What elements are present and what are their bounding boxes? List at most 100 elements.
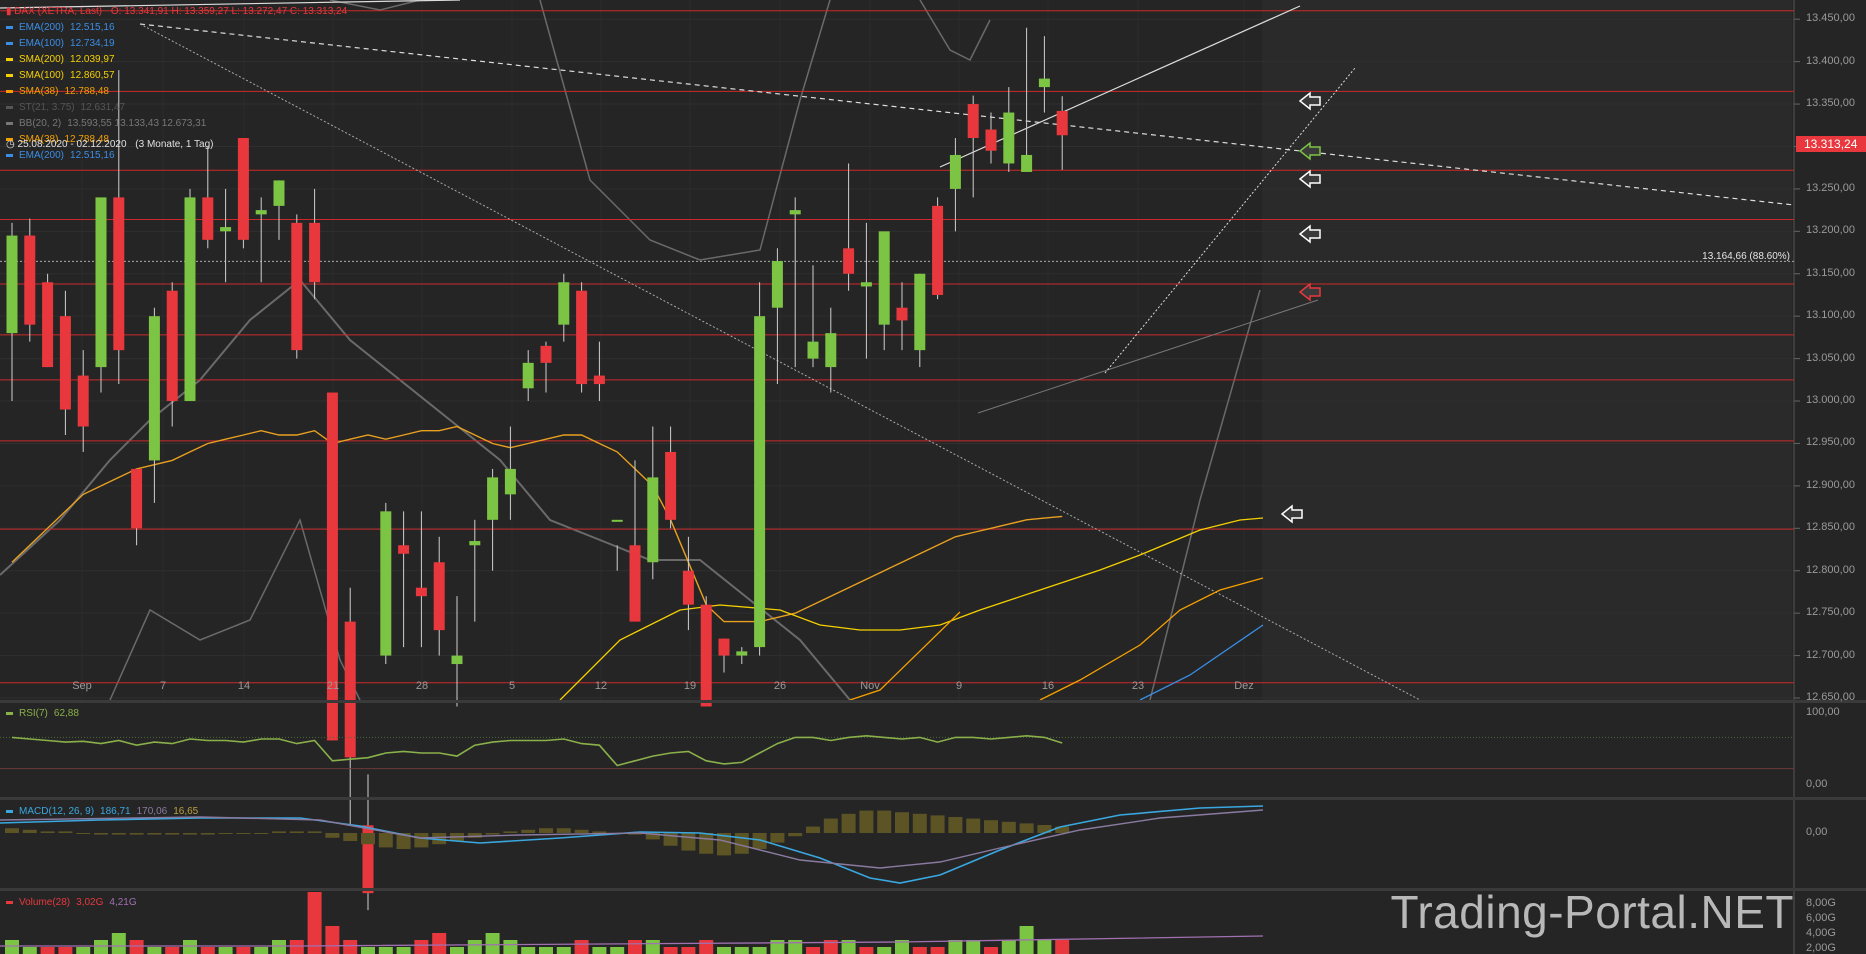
- candle-body: [415, 587, 427, 597]
- macd-histogram-bar: [859, 810, 874, 833]
- volume-bar: [628, 940, 642, 954]
- candle-body: [540, 345, 552, 363]
- y-tick-label: 13.000,00: [1806, 394, 1855, 407]
- rsi-swatch: [6, 711, 13, 715]
- volume-bar: [663, 947, 678, 954]
- y-tick-label: 12.700,00: [1806, 648, 1855, 661]
- macd-histogram-bar: [343, 833, 358, 841]
- candle-body: [949, 154, 961, 189]
- chart-canvas[interactable]: [0, 0, 1866, 954]
- candle-body: [807, 341, 819, 359]
- indicator-legend-item: ST(21, 3.75) 12.631,47: [6, 100, 125, 116]
- candle-body: [914, 273, 926, 351]
- indicator-value: 12.515,16: [70, 22, 115, 33]
- volume-name: Volume(28): [19, 897, 71, 908]
- rsi-name: RSI(7): [19, 708, 48, 719]
- volume-bar: [111, 933, 126, 954]
- indicator-name: EMA(200): [19, 22, 65, 33]
- indicator-swatch: [6, 57, 13, 61]
- macd-histogram-bar: [94, 833, 108, 835]
- x-tick-label: Sep: [72, 680, 92, 692]
- indicator-name: SMA(100): [19, 70, 65, 81]
- volume-bar: [289, 940, 304, 954]
- indicator-value: 12.860,57: [70, 70, 115, 81]
- candle-body: [237, 138, 249, 240]
- candle-body: [131, 468, 143, 529]
- volume-bar: [948, 940, 963, 954]
- volume-bar: [76, 947, 91, 954]
- y-tick-label: 13.200,00: [1806, 224, 1855, 237]
- x-tick-label: 28: [415, 680, 429, 692]
- y-tick-label: 12.650,00: [1806, 691, 1855, 703]
- indicator-swatch: [6, 105, 13, 109]
- macd-histogram-bar: [272, 831, 286, 833]
- volume-bar: [94, 940, 108, 954]
- indicator-value: 13.593,55 13.133,43 12.673,31: [67, 118, 207, 129]
- candle-body: [95, 197, 107, 368]
- macd-histogram-bar: [806, 826, 820, 833]
- chart-icon: ▮: [6, 6, 12, 17]
- volume-bar: [218, 947, 233, 954]
- volume-bar: [806, 947, 820, 954]
- watermark: Trading-Portal.NET: [1390, 886, 1794, 938]
- rsi-value: 62,88: [53, 708, 79, 719]
- candle-body: [184, 197, 196, 402]
- volume-bar: [503, 940, 518, 954]
- y-tick-label: 12.750,00: [1806, 606, 1855, 619]
- volume-bar: [147, 947, 162, 954]
- rsi-legend: RSI(7) 62,88: [6, 706, 79, 722]
- volume-bar: [432, 933, 447, 954]
- volume-bar: [22, 947, 37, 954]
- macd-histogram-bar: [414, 833, 429, 848]
- volume-bar: [681, 947, 696, 954]
- volume-bar: [485, 933, 500, 954]
- candle-body: [398, 545, 410, 554]
- macd-histogram-bar: [22, 829, 37, 833]
- candle-body: [148, 316, 160, 461]
- x-tick-label: Nov: [860, 680, 880, 692]
- volume-bar: [58, 947, 73, 954]
- candle-body: [629, 545, 641, 622]
- volume-bar: [717, 947, 731, 954]
- macd-histogram-bar: [574, 829, 589, 833]
- candle-body: [558, 282, 570, 325]
- candle-body: [309, 222, 321, 283]
- macd-histogram-bar: [984, 820, 998, 833]
- macd-histogram-bar: [734, 833, 749, 854]
- volume-bar: [272, 940, 286, 954]
- panel-separator: [0, 797, 1866, 800]
- indicator-legend-item: SMA(38) 12.788,48: [6, 84, 109, 100]
- macd-histogram-bar: [1001, 821, 1016, 833]
- panel-tick-label: 0,00: [1806, 778, 1828, 790]
- panel-tick-label: 100,00: [1806, 706, 1840, 718]
- macd-histogram-bar: [521, 829, 536, 833]
- volume-bar: [40, 947, 55, 954]
- macd-histogram-bar: [218, 833, 233, 834]
- macd-histogram-bar: [699, 833, 714, 854]
- indicator-name: EMA(100): [19, 38, 65, 49]
- indicator-value: 12.734,19: [70, 38, 115, 49]
- x-tick-label: 9: [955, 680, 963, 692]
- x-tick-label: 16: [1041, 680, 1055, 692]
- indicator-swatch: [6, 89, 13, 93]
- candle-body: [718, 638, 730, 656]
- candle-body: [1003, 112, 1015, 164]
- x-tick-label: 23: [1131, 680, 1145, 692]
- ohlc-readout: O: 13.341,91 H: 13.359,27 L: 13.272,47 C…: [110, 6, 348, 17]
- candle-body: [593, 375, 605, 385]
- macd-histogram-bar: [289, 831, 304, 833]
- candle-body: [736, 651, 748, 656]
- indicator-name: BB(20, 2): [19, 118, 62, 129]
- y-tick-label: 13.250,00: [1806, 181, 1855, 194]
- macd-histogram-bar: [503, 831, 518, 833]
- volume-value-1: 3,02G: [76, 897, 104, 908]
- candle-body: [451, 655, 463, 665]
- x-tick-label: 21: [326, 680, 340, 692]
- candle-body: [576, 290, 588, 385]
- volume-bar: [610, 947, 625, 954]
- volume-bar: [645, 940, 660, 954]
- volume-bar: [770, 940, 785, 954]
- candle-body: [682, 570, 694, 605]
- volume-bar: [467, 940, 482, 954]
- volume-bar: [414, 940, 429, 954]
